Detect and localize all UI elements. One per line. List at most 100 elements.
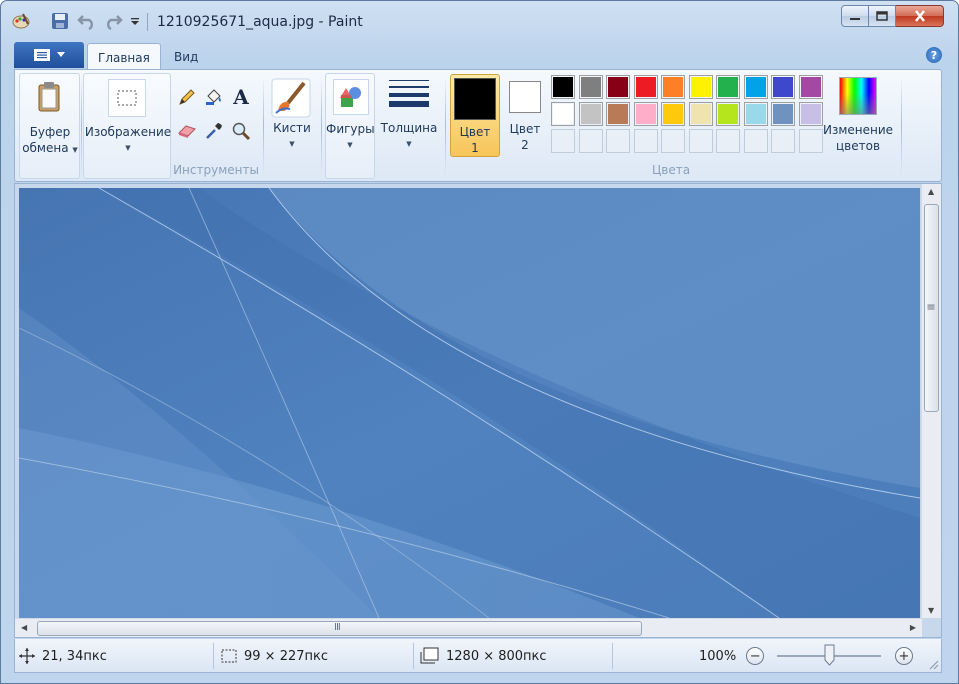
empty-color-swatch[interactable]: [578, 129, 603, 153]
brushes-label: Кисти: [273, 121, 311, 135]
ribbon-tabs: Главная Вид ?: [14, 41, 944, 71]
pencil-icon[interactable]: [175, 85, 199, 109]
empty-color-swatch[interactable]: [688, 129, 713, 153]
save-icon[interactable]: [50, 11, 70, 31]
zoom-in-button[interactable]: +: [895, 647, 913, 665]
scroll-up-icon[interactable]: ▲: [928, 187, 934, 196]
zoom-slider[interactable]: [777, 639, 881, 673]
chevron-down-icon: ▼: [289, 140, 295, 148]
clipboard-label-line2: обмена: [22, 141, 69, 155]
horizontal-scrollbar[interactable]: ◀ III ▶: [15, 618, 922, 637]
resize-grip-icon[interactable]: [929, 660, 939, 670]
image-button[interactable]: Изображение ▼: [83, 73, 171, 179]
group-separator: [445, 76, 446, 176]
color-swatch[interactable]: [716, 102, 740, 126]
empty-color-swatch[interactable]: [633, 129, 658, 153]
group-separator: [321, 76, 322, 176]
tab-view[interactable]: Вид: [164, 43, 208, 70]
empty-color-swatch[interactable]: [606, 129, 630, 153]
zoom-slider-thumb[interactable]: [824, 644, 835, 666]
image-canvas[interactable]: [19, 188, 920, 618]
zoom-controls: 100% −: [699, 639, 765, 673]
scroll-left-icon[interactable]: ◀: [21, 623, 27, 632]
edit-colors-button[interactable]: Изменение цветов: [821, 122, 895, 154]
redo-icon[interactable]: [103, 11, 123, 31]
color-swatch[interactable]: [661, 102, 685, 126]
move-cursor-icon: [19, 648, 35, 664]
color-palette: [551, 75, 823, 157]
empty-color-swatch[interactable]: [771, 129, 795, 153]
color-swatch[interactable]: [771, 102, 795, 126]
empty-color-swatch[interactable]: [551, 129, 575, 153]
fill-bucket-icon[interactable]: [202, 85, 226, 109]
color-swatch[interactable]: [798, 102, 823, 126]
brushes-icon[interactable]: [270, 77, 314, 119]
tab-home[interactable]: Главная: [87, 43, 161, 71]
color-swatch[interactable]: [578, 75, 603, 99]
chevron-down-icon: ▼: [72, 146, 78, 154]
color-swatch[interactable]: [551, 75, 575, 99]
app-menu-button[interactable]: [14, 42, 84, 68]
clipboard-button[interactable]: Буфер обмена ▼: [19, 73, 80, 179]
shapes-icon: [333, 79, 369, 115]
color-picker-icon[interactable]: [202, 119, 226, 143]
color-swatch-fill: [718, 104, 738, 124]
color2-button[interactable]: Цвет 2: [505, 74, 545, 157]
thickness-button[interactable]: Толщина ▼: [377, 120, 441, 152]
color1-button[interactable]: Цвет 1: [450, 74, 500, 157]
magnifier-icon[interactable]: [229, 119, 253, 143]
empty-color-swatch[interactable]: [661, 129, 685, 153]
scroll-down-icon[interactable]: ▼: [928, 606, 934, 615]
color-swatch[interactable]: [606, 75, 630, 99]
maximize-button[interactable]: [869, 5, 896, 27]
vertical-scroll-thumb[interactable]: III: [924, 204, 939, 412]
help-icon[interactable]: ?: [926, 47, 942, 63]
image-label: Изображение: [84, 125, 172, 139]
vertical-scrollbar[interactable]: ▲ III ▼: [921, 184, 941, 618]
empty-color-swatch[interactable]: [798, 129, 823, 153]
color-swatch[interactable]: [551, 102, 575, 126]
paint-app-icon[interactable]: [11, 11, 31, 31]
color-swatch[interactable]: [578, 102, 603, 126]
thickness-icon[interactable]: [387, 78, 431, 112]
edit-colors-label-line2: цветов: [835, 139, 881, 153]
color-swatch[interactable]: [606, 102, 630, 126]
chevron-down-icon: [57, 52, 65, 57]
close-button[interactable]: [896, 5, 944, 27]
close-icon: [914, 10, 925, 22]
color-swatch-fill: [663, 77, 683, 97]
color-swatch[interactable]: [661, 75, 685, 99]
zoom-out-button[interactable]: −: [746, 647, 765, 665]
work-area: ▲ III ▼ ◀ III ▶: [14, 183, 942, 638]
undo-icon[interactable]: [77, 11, 97, 31]
color-swatch[interactable]: [688, 102, 713, 126]
customize-dropdown-icon[interactable]: [125, 11, 145, 31]
color-swatch-fill: [690, 104, 711, 124]
color-swatch-fill: [553, 104, 573, 124]
color-swatch[interactable]: [633, 75, 658, 99]
color-swatch[interactable]: [688, 75, 713, 99]
window-controls: [841, 5, 944, 27]
color-swatch[interactable]: [771, 75, 795, 99]
color-swatch[interactable]: [743, 75, 768, 99]
image-size: 1280 × 800пкс: [420, 639, 547, 673]
color-swatch[interactable]: [633, 102, 658, 126]
empty-color-swatch[interactable]: [716, 129, 740, 153]
color-swatch[interactable]: [716, 75, 740, 99]
eraser-icon[interactable]: [175, 119, 199, 143]
chevron-down-icon: ▼: [347, 141, 353, 149]
edit-colors-icon[interactable]: [839, 77, 877, 115]
shapes-label: Фигуры: [326, 122, 375, 136]
shapes-button[interactable]: Фигуры ▼: [325, 73, 375, 179]
minimize-icon: [850, 18, 860, 20]
horizontal-scroll-thumb[interactable]: III: [37, 621, 642, 636]
color-swatch[interactable]: [798, 75, 823, 99]
text-tool-icon[interactable]: A: [229, 85, 253, 109]
empty-color-swatch[interactable]: [743, 129, 768, 153]
color-swatch[interactable]: [743, 102, 768, 126]
aqua-wallpaper-image: [19, 188, 920, 618]
minimize-button[interactable]: [841, 5, 869, 27]
brushes-button[interactable]: Кисти ▼: [263, 120, 321, 152]
clipboard-label-line1: Буфер: [29, 125, 71, 139]
scroll-right-icon[interactable]: ▶: [910, 623, 916, 632]
